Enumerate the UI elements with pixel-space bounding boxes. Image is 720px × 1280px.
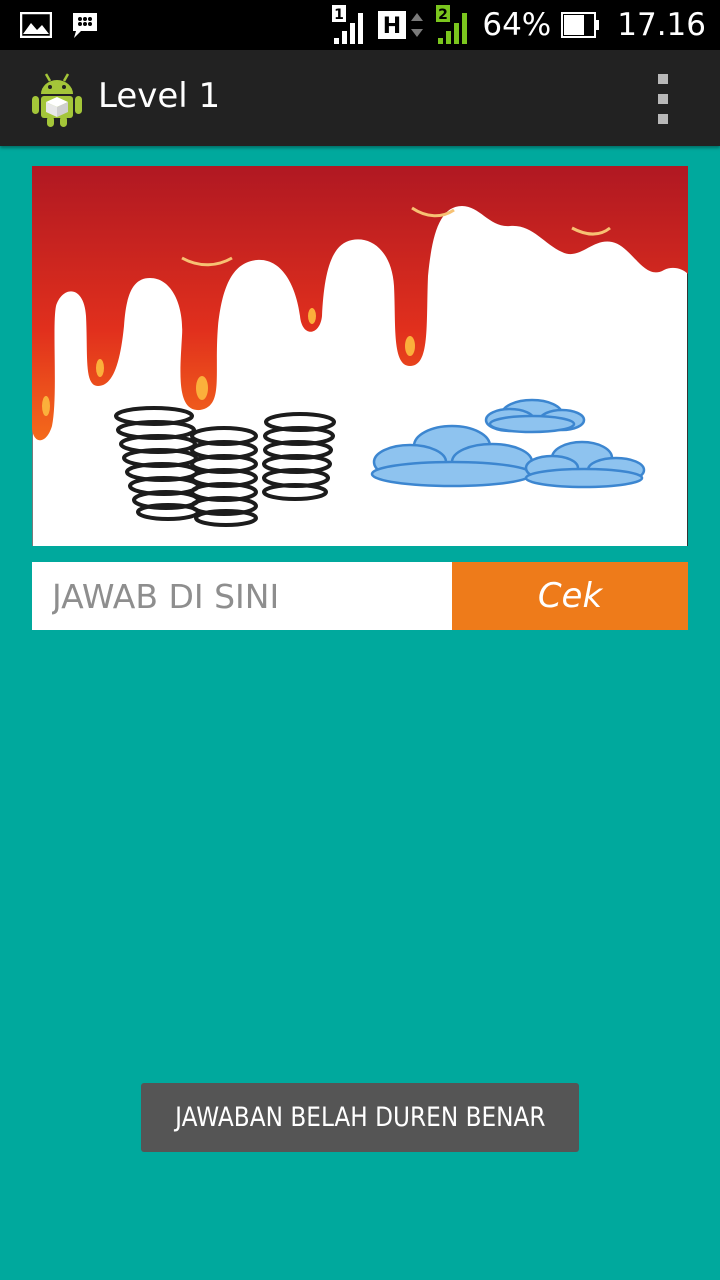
battery-icon <box>561 12 600 38</box>
clock: 17.16 <box>617 7 706 43</box>
network-type-label: H <box>383 14 401 39</box>
sim2-label: 2 <box>438 7 448 23</box>
overflow-menu-icon[interactable] <box>648 74 678 124</box>
puzzle-picture <box>32 166 688 546</box>
action-bar: Level 1 <box>0 50 720 146</box>
answer-input[interactable] <box>32 562 452 630</box>
status-notifications <box>20 10 100 40</box>
bbm-chat-icon <box>73 13 97 38</box>
status-bar: 1 H 2 64% 17.16 <box>0 0 720 50</box>
android-icon[interactable] <box>30 70 84 128</box>
signal-sim2-icon: 2 <box>436 5 468 44</box>
signal-sim1-icon: 1 <box>332 5 364 44</box>
menu-dot <box>658 74 668 84</box>
sim1-label: 1 <box>334 7 344 23</box>
toast-message: JAWABAN BELAH DUREN BENAR <box>141 1083 579 1152</box>
network-type-icon: H <box>378 11 424 39</box>
toast-text: JAWABAN BELAH DUREN BENAR <box>174 1102 546 1133</box>
page-title: Level 1 <box>98 76 221 116</box>
battery-percent: 64% <box>482 7 552 43</box>
status-indicators: 1 H 2 64% 17.16 <box>332 4 706 46</box>
check-button[interactable]: Cek <box>452 562 688 630</box>
menu-dot <box>658 114 668 124</box>
menu-dot <box>658 94 668 104</box>
image-icon <box>20 12 52 38</box>
